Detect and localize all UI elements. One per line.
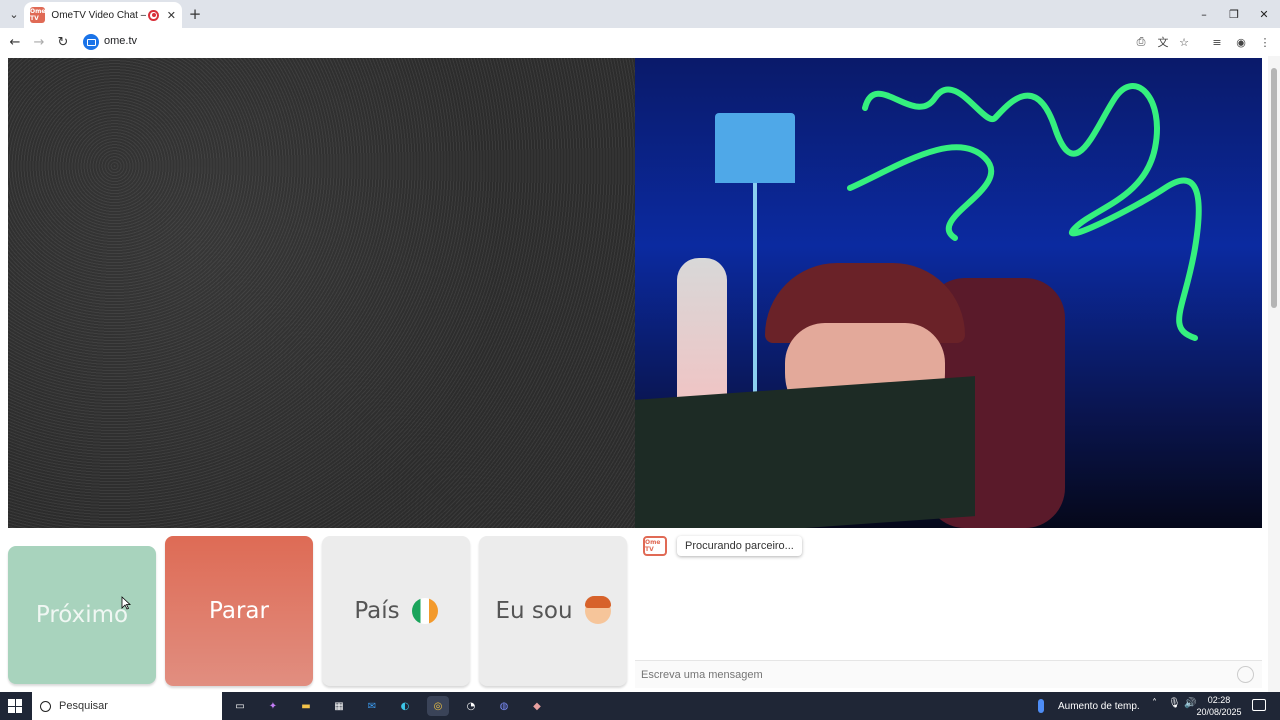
message-input[interactable]	[641, 666, 1221, 684]
stop-button-label: Parar	[209, 598, 269, 624]
status-message: Procurando parceiro...	[677, 536, 802, 556]
chrome-icon[interactable]: ◎	[427, 696, 449, 716]
search-icon	[40, 700, 51, 712]
game-app-icon[interactable]: ◆	[526, 696, 548, 716]
browser-toolbar: ← → ↻ ome.tv ⎙ 文 ☆ ≡ ◉ ⋮	[0, 28, 1280, 56]
mouse-cursor-icon	[121, 596, 131, 610]
browser-tab[interactable]: Ome TV OmeTV Video Chat — Ome ✕	[24, 2, 182, 28]
bookmark-star-icon[interactable]: ☆	[1176, 34, 1192, 50]
notifications-icon[interactable]	[1252, 699, 1266, 711]
site-info-icon[interactable]	[83, 34, 99, 50]
back-arrow-icon[interactable]: ←	[5, 32, 25, 52]
monitor-desk	[635, 376, 975, 528]
clock-time: 02:28	[1207, 695, 1231, 705]
outlook-icon[interactable]: ✉	[361, 696, 383, 716]
page-content: Próximo Parar País Eu sou Ome TV Procura…	[0, 56, 1280, 692]
lamp-pole	[753, 183, 757, 403]
install-app-icon[interactable]: ⎙	[1133, 34, 1149, 50]
task-view-icon[interactable]: ▭	[229, 696, 251, 716]
system-clock[interactable]: 02:28 20/08/2025	[1196, 694, 1242, 718]
weather-widget[interactable]: Aumento de temp.	[1038, 699, 1140, 713]
tab-close-icon[interactable]: ✕	[167, 9, 176, 22]
country-button-label: País	[354, 598, 400, 624]
tab-title: OmeTV Video Chat — Ome	[51, 9, 146, 21]
self-camera-video	[635, 58, 1262, 528]
taskbar-search[interactable]: Pesquisar	[32, 692, 222, 720]
menu-kebab-icon[interactable]: ⋮	[1257, 34, 1273, 50]
file-explorer-icon[interactable]: ▬	[295, 696, 317, 716]
tray-chevron-icon[interactable]: ˄	[1152, 698, 1157, 709]
emoji-smiley-icon[interactable]	[1237, 666, 1254, 683]
next-button[interactable]: Próximo	[8, 546, 156, 684]
microphone-icon[interactable]: 🎙	[1168, 698, 1181, 709]
weather-text: Aumento de temp.	[1058, 700, 1140, 712]
microphone	[677, 258, 727, 403]
country-button[interactable]: País	[322, 536, 470, 686]
scrollbar-thumb[interactable]	[1271, 68, 1277, 308]
reload-icon[interactable]: ↻	[53, 32, 73, 52]
new-tab-button[interactable]: +	[186, 5, 204, 23]
clock-date: 20/08/2025	[1196, 707, 1242, 717]
chat-input-bar	[635, 660, 1262, 688]
stop-button[interactable]: Parar	[165, 536, 313, 686]
taskbar-search-label: Pesquisar	[59, 700, 108, 712]
media-controls-icon[interactable]: ≡	[1209, 34, 1225, 50]
store-icon[interactable]: ▦	[328, 696, 350, 716]
i-am-button-label: Eu sou	[495, 598, 573, 624]
close-window-button[interactable]: ✕	[1254, 4, 1274, 24]
volume-icon[interactable]: 🔊	[1184, 698, 1196, 709]
restore-button[interactable]: ❐	[1224, 4, 1244, 24]
discord-icon[interactable]: ◍	[493, 696, 515, 716]
chat-panel: Ome TV Procurando parceiro...	[635, 528, 1262, 688]
windows-start-icon[interactable]	[8, 699, 22, 713]
thermometer-icon	[1038, 699, 1044, 713]
copilot-icon[interactable]: ✦	[262, 696, 284, 716]
ometv-favicon-icon: Ome TV	[30, 7, 46, 23]
i-am-button[interactable]: Eu sou	[479, 536, 627, 686]
recording-indicator-icon	[148, 9, 159, 21]
recorder-app-icon[interactable]: ◔	[460, 696, 482, 716]
lamp-shade	[715, 113, 795, 183]
boy-emoji-icon	[584, 596, 611, 624]
minimize-button[interactable]: –	[1194, 4, 1214, 24]
page-scrollbar[interactable]	[1268, 56, 1280, 692]
address-bar[interactable]: ome.tv	[104, 35, 137, 47]
tab-strip: ⌄ Ome TV OmeTV Video Chat — Ome ✕ + – ❐ …	[0, 0, 1280, 28]
ireland-flag-icon	[411, 598, 438, 624]
translate-icon[interactable]: 文	[1155, 34, 1171, 50]
next-button-label: Próximo	[35, 602, 129, 628]
forward-arrow-icon[interactable]: →	[29, 32, 49, 52]
ometv-logo-icon: Ome TV	[643, 536, 667, 556]
partner-video-static	[8, 58, 635, 528]
tab-search-dropdown-icon[interactable]: ⌄	[4, 4, 24, 24]
profile-icon[interactable]: ◉	[1233, 34, 1249, 50]
windows-taskbar: Pesquisar ▭ ✦ ▬ ▦ ✉ ◐ ◎ ◔ ◍ ◆ Aumento de…	[0, 692, 1280, 720]
edge-icon[interactable]: ◐	[394, 696, 416, 716]
